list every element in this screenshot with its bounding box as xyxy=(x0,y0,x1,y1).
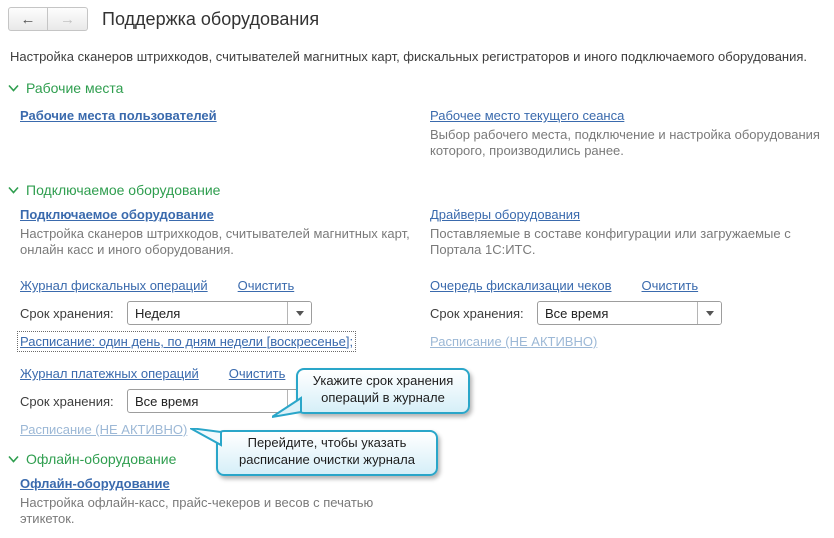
equipment-drivers-link[interactable]: Драйверы оборудования xyxy=(430,207,580,222)
fiscal-journal-retention-select[interactable]: Неделя xyxy=(127,301,312,325)
tooltip-tail-icon xyxy=(190,428,222,448)
workplaces-left-column: Рабочие места пользователей xyxy=(20,96,430,160)
offline-left-column: Офлайн-оборудование Настройка офлайн-кас… xyxy=(20,467,430,528)
payment-journal-schedule-link[interactable]: Расписание (НЕ АКТИВНО) xyxy=(20,422,187,437)
back-button[interactable]: ← xyxy=(8,7,48,31)
history-nav: ← → xyxy=(8,7,88,31)
connected-equipment-link[interactable]: Подключаемое оборудование xyxy=(20,207,214,222)
chevron-down-icon xyxy=(8,455,19,463)
schedule-tooltip: Перейдите, чтобы указать расписание очис… xyxy=(190,428,438,476)
fiscal-queue-retention-select[interactable]: Все время xyxy=(537,301,722,325)
fiscal-queue-retention-value: Все время xyxy=(545,305,609,321)
section-offline-title: Офлайн-оборудование xyxy=(26,451,177,467)
section-workplaces-title: Рабочие места xyxy=(26,80,124,96)
journals-columns: Журнал фискальных операций Очистить Срок… xyxy=(0,258,834,352)
chevron-down-icon xyxy=(8,186,19,194)
offline-equipment-description: Настройка офлайн-касс, прайс-чекеров и в… xyxy=(20,495,374,527)
section-connected-title: Подключаемое оборудование xyxy=(26,181,221,198)
retention-tooltip: Укажите срок хранения операций в журнале xyxy=(272,368,470,418)
fiscal-queue-link[interactable]: Очередь фискализации чеков xyxy=(430,278,612,293)
retention-tooltip-text: Укажите срок хранения операций в журнале xyxy=(312,373,454,405)
connected-columns: Подключаемое оборудование Настройка скан… xyxy=(0,198,834,259)
section-workplaces-header[interactable]: Рабочие места xyxy=(8,80,824,96)
workplaces-right-column: Рабочее место текущего сеанса Выбор рабо… xyxy=(430,96,824,160)
page-title: Поддержка оборудования xyxy=(102,8,320,29)
tooltip-tail-icon xyxy=(272,395,302,418)
offline-columns: Офлайн-оборудование Настройка офлайн-кас… xyxy=(0,467,834,528)
current-session-workplace-description: Выбор рабочего места, подключение и наст… xyxy=(430,127,820,159)
forward-button[interactable]: → xyxy=(48,7,88,31)
fiscal-queue-retention-label: Срок хранения: xyxy=(430,305,524,321)
fiscal-queue-block: Очередь фискализации чеков Очистить Срок… xyxy=(430,258,824,349)
fiscal-journal-retention-label: Срок хранения: xyxy=(20,305,114,321)
fiscal-journal-link[interactable]: Журнал фискальных операций xyxy=(20,278,208,293)
equipment-support-page: ← → Поддержка оборудования Настройка ска… xyxy=(0,0,834,538)
payment-journal-clear-link[interactable]: Очистить xyxy=(229,366,286,381)
equipment-drivers-description: Поставляемые в составе конфигурации или … xyxy=(430,225,791,257)
fiscal-queue-clear-link[interactable]: Очистить xyxy=(642,278,699,293)
fiscal-journal-retention-value: Неделя xyxy=(135,305,181,321)
current-session-workplace-link[interactable]: Рабочее место текущего сеанса xyxy=(430,108,624,123)
offline-equipment-link[interactable]: Офлайн-оборудование xyxy=(20,476,170,491)
payment-journal-link[interactable]: Журнал платежных операций xyxy=(20,366,199,381)
connected-left-column: Подключаемое оборудование Настройка скан… xyxy=(20,198,430,259)
payment-journal-retention-value: Все время xyxy=(135,393,199,409)
schedule-tooltip-text: Перейдите, чтобы указать расписание очис… xyxy=(239,435,415,467)
offline-right-empty xyxy=(430,467,824,528)
fiscal-queue-schedule-link[interactable]: Расписание (НЕ АКТИВНО) xyxy=(430,334,597,349)
user-workplaces-link[interactable]: Рабочие места пользователей xyxy=(20,108,217,123)
back-arrow-icon: ← xyxy=(20,10,36,28)
header-bar: ← → Поддержка оборудования xyxy=(0,0,834,35)
dropdown-arrow-icon xyxy=(295,310,304,316)
fiscal-journal-retention-dropdown-button[interactable] xyxy=(287,302,311,324)
payment-journal-retention-label: Срок хранения: xyxy=(20,393,114,409)
fiscal-queue-retention-dropdown-button[interactable] xyxy=(697,302,721,324)
intro-text: Настройка сканеров штрихкодов, считывате… xyxy=(10,49,808,64)
fiscal-journal-clear-link[interactable]: Очистить xyxy=(238,278,295,293)
fiscal-journal-block: Журнал фискальных операций Очистить Срок… xyxy=(16,258,430,352)
forward-arrow-icon: → xyxy=(60,10,75,28)
section-connected-header[interactable]: Подключаемое оборудование xyxy=(8,182,824,198)
connected-equipment-description: Настройка сканеров штрихкодов, считывате… xyxy=(20,225,410,257)
fiscal-journal-schedule-link[interactable]: Расписание: один день, по дням недели [в… xyxy=(16,331,357,352)
dropdown-arrow-icon xyxy=(705,310,714,316)
workplaces-columns: Рабочие места пользователей Рабочее мест… xyxy=(0,96,834,160)
payment-journal-right-empty xyxy=(430,349,824,437)
chevron-down-icon xyxy=(8,84,19,92)
connected-right-column: Драйверы оборудования Поставляемые в сос… xyxy=(430,198,824,259)
